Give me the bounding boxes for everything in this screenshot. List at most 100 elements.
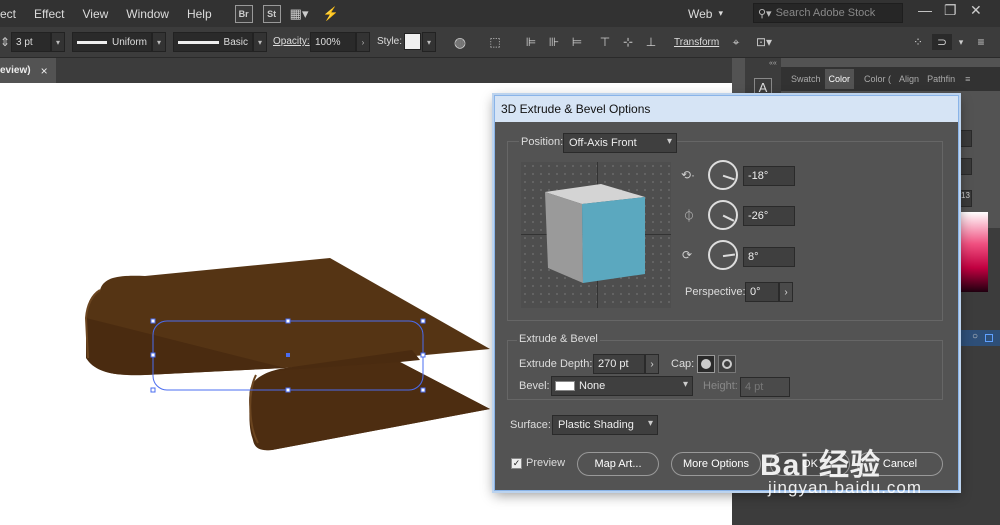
align-center-v-icon[interactable]: ⊹ (620, 34, 636, 50)
reference-point-icon[interactable]: ⌖ (728, 34, 744, 50)
position-label: Position: (519, 136, 566, 148)
perspective-field[interactable]: 0° (745, 282, 779, 302)
close-tab-icon[interactable]: × (41, 64, 48, 78)
menu-window[interactable]: Window (117, 7, 178, 21)
isolate-object-icon[interactable]: ⬚ (487, 34, 503, 50)
gpu-performance-icon[interactable]: ⚡ (322, 6, 338, 22)
opacity-label[interactable]: Opacity: (273, 36, 310, 47)
recolor-artwork-icon[interactable]: ◍ (452, 34, 468, 50)
rotate-x-dial[interactable] (708, 160, 738, 190)
document-tab-label: eview) (0, 65, 31, 76)
arrange-panel-icon[interactable]: ⁘ (910, 34, 926, 50)
menu-help[interactable]: Help (178, 7, 221, 21)
cap-on-button[interactable] (697, 355, 715, 373)
align-center-h-icon[interactable]: ⊪ (546, 34, 562, 50)
preview-label[interactable]: Preview (526, 457, 565, 469)
opacity-dropdown[interactable]: › (356, 32, 370, 52)
cap-on-icon (701, 359, 711, 369)
color-field-1[interactable] (958, 130, 972, 147)
align-right-icon[interactable]: ⊨ (569, 34, 585, 50)
surface-dropdown[interactable]: Plastic Shading ▾ (552, 415, 658, 435)
menu-object[interactable]: ect (0, 7, 25, 21)
graphic-style-swatch[interactable] (404, 33, 421, 50)
more-options-button[interactable]: More Options (671, 452, 761, 476)
extrude-depth-slider-button[interactable]: › (645, 354, 659, 374)
chevron-down-icon[interactable]: ▾ (953, 34, 969, 50)
select-similar-icon[interactable]: ⊡▾ (756, 34, 772, 50)
hamburger-menu-icon[interactable]: ≡ (973, 34, 989, 50)
layer-target-icon[interactable]: ○ (972, 331, 978, 342)
stroke-weight-dropdown[interactable]: ▾ (51, 32, 65, 52)
tab-align[interactable]: Align (895, 74, 923, 84)
height-field: 4 pt (740, 377, 790, 397)
align-left-icon[interactable]: ⊫ (523, 34, 539, 50)
preview-checkbox[interactable]: ✓ (511, 458, 522, 469)
extrude-depth-field[interactable]: 270 pt (593, 354, 645, 374)
profile-dropdown[interactable]: ▾ (152, 32, 166, 52)
color-spectrum[interactable] (958, 212, 988, 292)
tab-swatches[interactable]: Swatch (787, 74, 825, 84)
transform-button[interactable]: Transform (674, 33, 719, 51)
selection-handle (420, 352, 426, 358)
character-icon[interactable]: A (754, 78, 772, 96)
map-art-label: Map Art... (594, 458, 642, 470)
rotate-z-dial[interactable] (708, 240, 738, 270)
bevel-swatch (555, 381, 575, 391)
cap-off-button[interactable] (718, 355, 736, 373)
style-dropdown[interactable]: ▾ (422, 32, 436, 52)
opacity-field[interactable]: 100% (310, 32, 356, 52)
layers-row-highlight[interactable] (958, 330, 1000, 346)
extrude-bevel-group-label: Extrude & Bevel (517, 333, 600, 345)
surface-label: Surface: (510, 419, 551, 431)
rotate-x-field[interactable]: -18° (743, 166, 795, 186)
tab-color[interactable]: Color (824, 69, 855, 89)
rotate-y-field[interactable]: -26° (743, 206, 795, 226)
color-field-3[interactable]: 13 (958, 190, 972, 207)
chevron-down-icon: ▾ (647, 418, 653, 429)
document-tab[interactable]: eview) × (0, 58, 56, 83)
position-value: Off-Axis Front (569, 137, 637, 149)
close-icon[interactable]: ✕ (970, 2, 982, 19)
stock-search-input[interactable]: ⚲▾ Search Adobe Stock (753, 3, 903, 23)
perspective-label: Perspective: (685, 286, 746, 298)
tab-color-guide[interactable]: Color ( (860, 74, 895, 84)
brush-label: Basic (223, 36, 248, 48)
brush-dropdown[interactable]: ▾ (253, 32, 267, 52)
perspective-slider-button[interactable]: › (779, 282, 793, 302)
tab-pathfinder[interactable]: Pathfin (923, 74, 959, 84)
stroke-weight-field[interactable]: 3 pt (11, 32, 51, 52)
panel-menu-icon[interactable]: ⊃ (932, 34, 952, 50)
restore-icon[interactable]: ❐ (944, 2, 957, 19)
rotate-z-field[interactable]: 8° (743, 247, 795, 267)
color-field-2[interactable] (958, 158, 972, 175)
stock-icon[interactable]: St (262, 4, 281, 23)
height-label: Height: (703, 380, 738, 392)
layer-selection-icon[interactable] (985, 334, 993, 342)
rotation-track-cube[interactable] (521, 162, 671, 308)
stroke-stepper-icon[interactable]: ⇕ (0, 34, 10, 50)
minimize-icon[interactable]: — (918, 2, 932, 18)
map-art-button[interactable]: Map Art... (577, 452, 659, 476)
bridge-icon[interactable]: Br (234, 4, 253, 23)
cube-icon (545, 184, 645, 283)
panel-menu-icon[interactable]: ≡ (961, 74, 974, 84)
rotate-y-dial[interactable] (708, 200, 738, 230)
profile-line (77, 40, 107, 44)
menu-view[interactable]: View (73, 7, 117, 21)
bevel-dropdown[interactable]: None ▾ (551, 376, 693, 396)
selection-handle (420, 387, 426, 393)
brush-definition[interactable]: Basic (173, 32, 253, 52)
align-top-icon[interactable]: ⊤ (597, 34, 613, 50)
dialog-title-bar[interactable]: 3D Extrude & Bevel Options (495, 96, 958, 122)
arrange-documents-icon[interactable]: ▦▾ (290, 6, 309, 22)
align-bottom-icon[interactable]: ⊥ (643, 34, 659, 50)
document-tab-bar: eview) × (0, 58, 745, 83)
collapse-arrows[interactable]: «« (769, 60, 777, 67)
variable-width-profile[interactable]: Uniform (72, 32, 152, 52)
workspace-switcher[interactable]: Web ▾ (688, 4, 723, 23)
position-dropdown[interactable]: Off-Axis Front ▾ (563, 133, 677, 153)
search-placeholder: Search Adobe Stock (775, 7, 876, 19)
rotate-z-axis-icon: ⟳ (682, 248, 693, 262)
menu-effect[interactable]: Effect (25, 7, 73, 21)
selection-handle (420, 318, 426, 324)
